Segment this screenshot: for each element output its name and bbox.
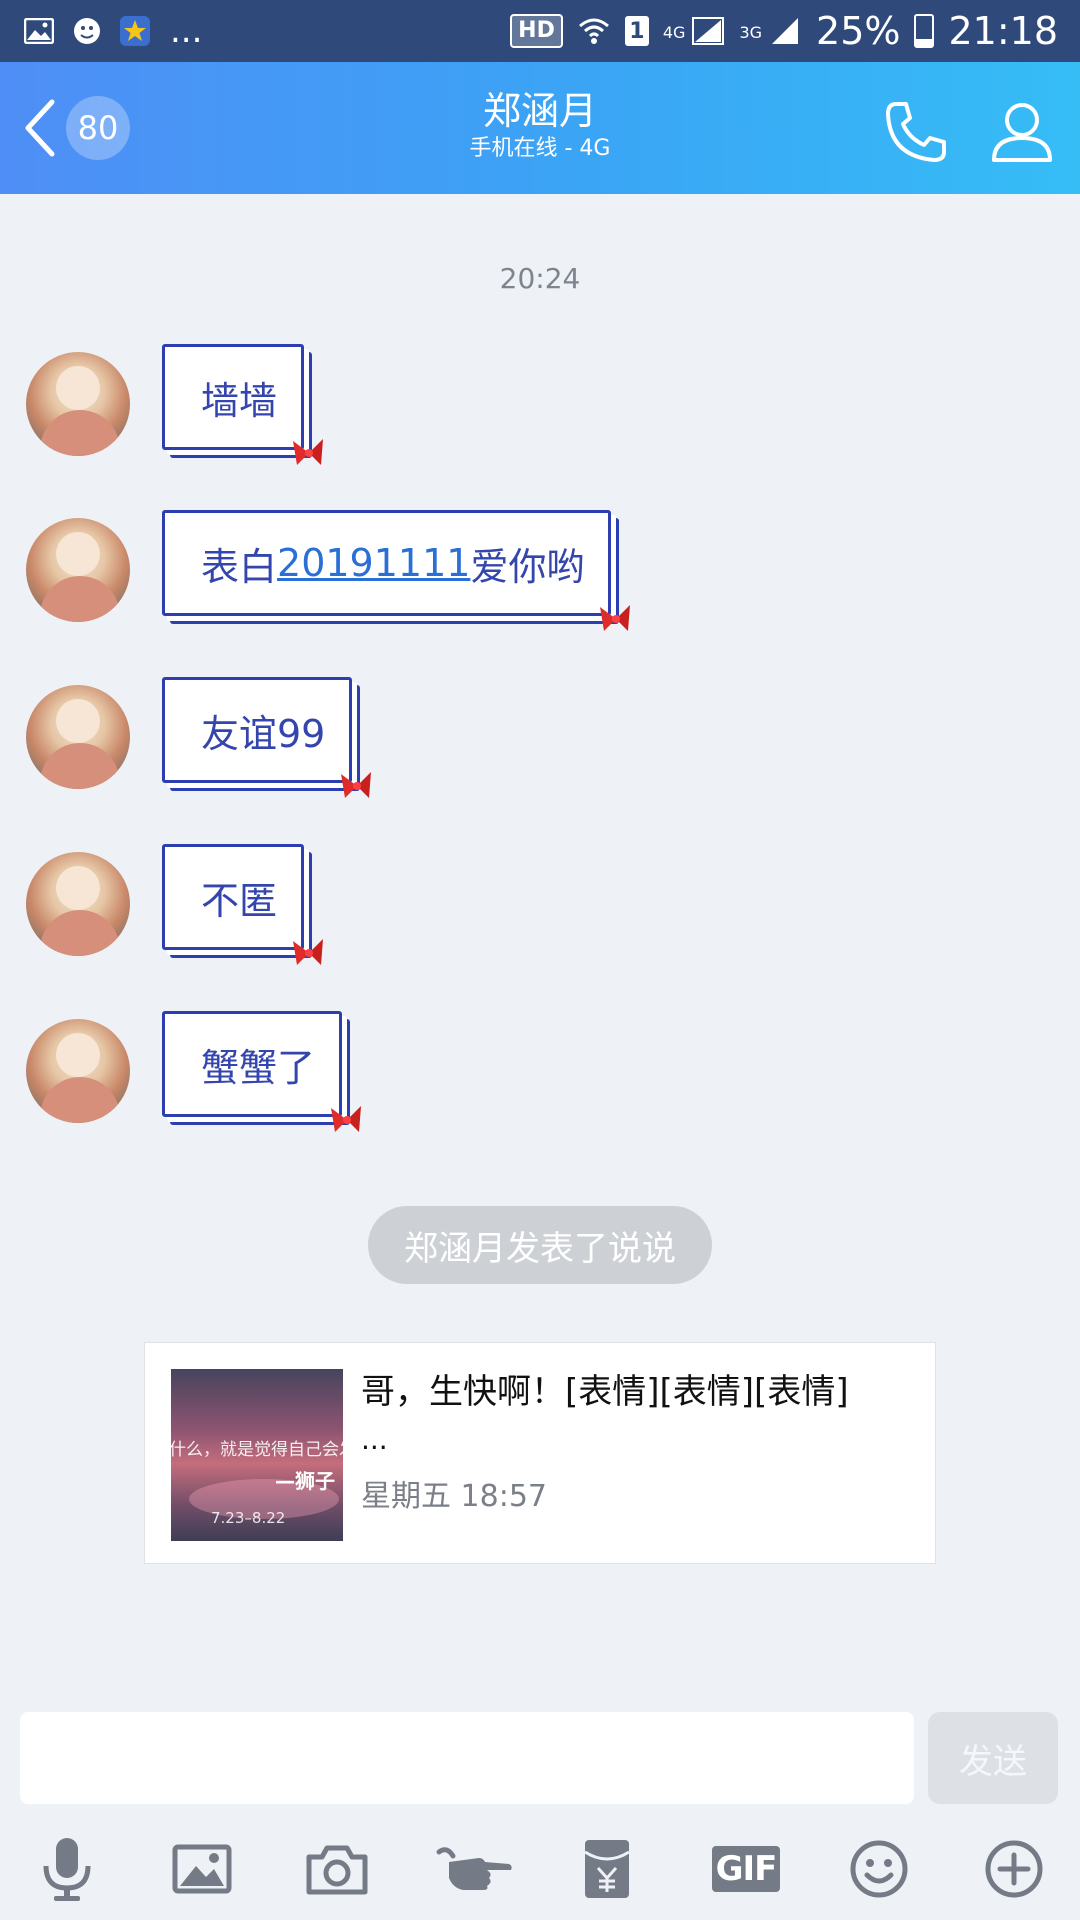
thumbnail-signature: —狮子 (275, 1469, 335, 1493)
input-toolbar: GIF (0, 1830, 1080, 1908)
status-bar: ... HD 1 4G 3G 25% 21:18 (0, 0, 1080, 62)
network-type-3g: 3G (739, 23, 763, 42)
message-row: 友谊99 (26, 677, 372, 798)
battery-percentage: 25% (816, 9, 901, 53)
back-button[interactable]: 80 (20, 92, 140, 164)
message-row: 不匿 (26, 844, 324, 965)
ribbon-decoration-icon (600, 605, 631, 631)
message-text: 表白 (201, 544, 278, 589)
message-date-link[interactable]: 20191111 (277, 541, 470, 585)
thumbnail-caption: 什么，就是觉得自己会发 (171, 1440, 343, 1460)
profile-button[interactable] (988, 98, 1056, 166)
message-text: 不匿 (201, 878, 278, 923)
shared-post-text: 哥，生快啊！[表情][表情][表情] (361, 1372, 849, 1412)
shared-post-thumbnail: 什么，就是觉得自己会发 —狮子 7.23–8.22 (171, 1369, 343, 1541)
message-time-divider: 20:24 (499, 262, 581, 295)
message-text: 友谊99 (201, 711, 326, 756)
contact-avatar[interactable] (26, 852, 130, 956)
shared-post-card[interactable]: 什么，就是觉得自己会发 —狮子 7.23–8.22 哥，生快啊！[表情][表情]… (144, 1342, 936, 1564)
battery-icon (914, 14, 935, 48)
message-bubble[interactable]: 蟹蟹了 (162, 1011, 362, 1132)
wifi-icon (577, 14, 611, 48)
system-notice: 郑涵月发表了说说 (368, 1206, 712, 1284)
message-text: 爱你哟 (470, 544, 585, 589)
signal-strength-2-icon (768, 14, 802, 48)
chat-title: 郑涵月 手机在线 - 4G (290, 88, 790, 164)
message-bubble[interactable]: 友谊99 (162, 677, 372, 798)
ribbon-decoration-icon (331, 1106, 362, 1132)
plus-icon[interactable] (975, 1830, 1053, 1908)
voice-call-button[interactable] (882, 98, 950, 166)
star-notification-icon (118, 14, 152, 48)
unread-count-badge: 80 (66, 96, 130, 160)
gif-label: GIF (711, 1846, 781, 1892)
contact-avatar[interactable] (26, 352, 130, 456)
qq-notification-icon (70, 14, 104, 48)
red-packet-icon[interactable] (568, 1830, 646, 1908)
contact-online-status: 手机在线 - 4G (469, 136, 611, 161)
gif-icon[interactable]: GIF (705, 1830, 787, 1908)
image-icon[interactable] (163, 1830, 241, 1908)
ribbon-decoration-icon (341, 772, 372, 798)
message-text: 蟹蟹了 (201, 1045, 316, 1090)
back-chevron-icon (25, 99, 55, 157)
person-icon (992, 103, 1052, 162)
camera-icon[interactable] (298, 1830, 376, 1908)
emoji-icon[interactable] (840, 1830, 918, 1908)
clock: 21:18 (948, 9, 1058, 53)
gallery-notification-icon (22, 14, 56, 48)
message-bubble[interactable]: 表白 20191111 爱你哟 (162, 510, 631, 631)
more-notifications-indicator: ... (170, 11, 203, 51)
message-bubble[interactable]: 墙墙 (162, 344, 324, 465)
message-row: 墙墙 (26, 344, 324, 465)
shared-post-time: 星期五 18:57 (361, 1479, 547, 1514)
message-text: 墙墙 (201, 378, 278, 423)
message-bubble[interactable]: 不匿 (162, 844, 324, 965)
sim-indicator: 1 (624, 16, 649, 46)
message-row: 表白 20191111 爱你哟 (26, 510, 631, 631)
message-input[interactable] (20, 1712, 914, 1804)
contact-avatar[interactable] (26, 518, 130, 622)
network-type-4g: 4G (662, 23, 686, 42)
ribbon-decoration-icon (293, 439, 324, 465)
contact-avatar[interactable] (26, 1019, 130, 1123)
thumbnail-date-range: 7.23–8.22 (211, 1509, 286, 1527)
contact-name: 郑涵月 (482, 89, 597, 133)
microphone-icon[interactable] (28, 1830, 106, 1908)
signal-strength-icon (691, 14, 725, 48)
poke-icon[interactable] (433, 1830, 517, 1908)
phone-icon (886, 102, 946, 162)
contact-avatar[interactable] (26, 685, 130, 789)
hd-voice-badge: HD (510, 14, 563, 48)
shared-post-ellipsis: ... (361, 1423, 388, 1456)
chat-header: 80 郑涵月 手机在线 - 4G (0, 62, 1080, 194)
message-row: 蟹蟹了 (26, 1011, 362, 1132)
ribbon-decoration-icon (293, 939, 324, 965)
send-button[interactable]: 发送 (928, 1712, 1058, 1804)
